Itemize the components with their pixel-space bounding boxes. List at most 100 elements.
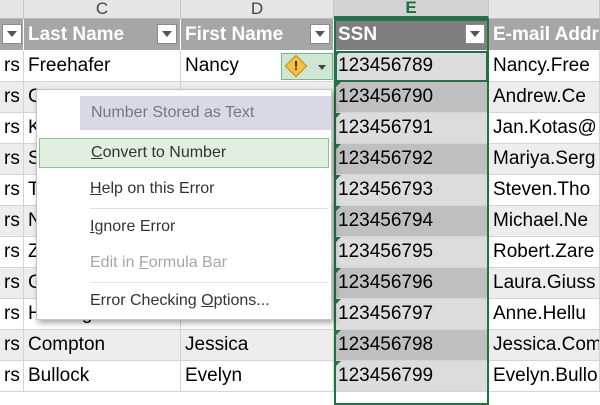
cell-value: rs xyxy=(4,117,20,138)
edit-in-formula-bar-menu-item: Edit in Formula Bar xyxy=(37,248,331,278)
cell-email[interactable]: Laura.Giuss xyxy=(489,268,600,298)
cell-email[interactable]: Jessica.Com xyxy=(489,330,600,360)
convert-to-number-menu-item[interactable]: Convert to Number xyxy=(39,138,329,168)
cell-first-name[interactable]: Evelyn xyxy=(181,361,334,391)
header-cell-first-name[interactable]: First Name xyxy=(181,19,334,50)
cell-value: rs xyxy=(4,210,20,231)
cell-email[interactable]: Anne.Hellu xyxy=(489,299,600,329)
cell-ssn[interactable]: 123456793 xyxy=(334,175,489,205)
error-indicator-icon xyxy=(334,299,341,306)
cell-partial[interactable]: rs xyxy=(0,299,24,329)
table-row: rs Compton Jessica 123456798 Jessica.Com xyxy=(0,330,600,361)
cell-ssn[interactable]: 123456796 xyxy=(334,268,489,298)
cell-ssn[interactable]: 123456795 xyxy=(334,237,489,267)
filter-dropdown-button[interactable] xyxy=(310,24,330,44)
error-indicator-icon xyxy=(334,51,341,58)
cell-value: Mariya.Serg xyxy=(493,148,596,169)
header-cell-ssn[interactable]: SSN xyxy=(334,19,489,50)
cell-ssn[interactable]: 123456792 xyxy=(334,144,489,174)
cell-value: 123456799 xyxy=(338,365,434,386)
cell-value: Jessica xyxy=(185,334,249,355)
cell-value: 123456794 xyxy=(338,210,434,231)
header-cell-email[interactable]: E-mail Addr xyxy=(489,19,600,50)
cell-email[interactable]: Robert.Zare xyxy=(489,237,600,267)
filter-dropdown-button[interactable] xyxy=(157,24,177,44)
cell-value: rs xyxy=(4,148,20,169)
cell-partial[interactable]: rs xyxy=(0,51,24,81)
cell-value: Evelyn.Bullo xyxy=(493,365,598,386)
cell-partial[interactable]: rs xyxy=(0,144,24,174)
cell-value: 123456792 xyxy=(338,148,434,169)
cell-email[interactable]: Nancy.Free xyxy=(489,51,600,81)
cell-value: Compton xyxy=(28,334,106,355)
cell-email[interactable]: Steven.Tho xyxy=(489,175,600,205)
cell-value: rs xyxy=(4,365,20,386)
cell-ssn[interactable]: 123456790 xyxy=(334,82,489,112)
cell-partial[interactable]: rs xyxy=(0,268,24,298)
header-label-last-name: Last Name xyxy=(28,23,125,45)
cell-last-name[interactable]: Compton xyxy=(24,330,181,360)
cell-value: 123456796 xyxy=(338,272,434,293)
error-checking-options-menu-item[interactable]: Error Checking Options... xyxy=(37,286,331,316)
column-header-d[interactable]: D xyxy=(181,0,334,19)
error-indicator-icon xyxy=(334,206,341,213)
cell-value: rs xyxy=(4,55,20,76)
menu-item-label: Help on this Error xyxy=(90,180,215,197)
menu-item-label: Ignore Error xyxy=(90,218,176,235)
header-cell-partial[interactable] xyxy=(0,19,24,50)
cell-partial[interactable]: rs xyxy=(0,175,24,205)
ignore-error-menu-item[interactable]: Ignore Error xyxy=(37,212,331,242)
cell-partial[interactable]: rs xyxy=(0,330,24,360)
column-header-c[interactable]: C xyxy=(24,0,181,19)
cell-value: 123456793 xyxy=(338,179,434,200)
cell-ssn[interactable]: 123456798 xyxy=(334,330,489,360)
cell-value: rs xyxy=(4,334,20,355)
error-indicator-icon xyxy=(334,113,341,120)
cell-email[interactable]: Mariya.Serg xyxy=(489,144,600,174)
error-indicator-icon xyxy=(334,82,341,89)
cell-value: Michael.Ne xyxy=(493,210,589,231)
column-header-f[interactable] xyxy=(489,0,600,19)
cell-ssn[interactable]: 123456794 xyxy=(334,206,489,236)
cell-email[interactable]: Jan.Kotas@ xyxy=(489,113,600,143)
cell-partial[interactable]: rs xyxy=(0,361,24,391)
cell-ssn[interactable]: 123456799 xyxy=(334,361,489,391)
cell-partial[interactable]: rs xyxy=(0,206,24,236)
cell-email[interactable]: Andrew.Ce xyxy=(489,82,600,112)
cell-value: 123456798 xyxy=(338,334,434,355)
header-label-email: E-mail Addr xyxy=(493,23,599,45)
cell-last-name[interactable]: Freehafer xyxy=(24,51,181,81)
cell-ssn[interactable]: 123456789 xyxy=(334,51,489,81)
error-smart-tag-button[interactable]: ! xyxy=(281,53,333,80)
cell-value: rs xyxy=(4,86,20,107)
spreadsheet-grid: C D E Last Name First Name SSN E-mail Ad… xyxy=(0,0,600,405)
cell-ssn[interactable]: 123456791 xyxy=(334,113,489,143)
cell-value: rs xyxy=(4,241,20,262)
cell-ssn[interactable]: 123456797 xyxy=(334,299,489,329)
cell-email[interactable]: Michael.Ne xyxy=(489,206,600,236)
cell-partial[interactable]: rs xyxy=(0,82,24,112)
error-indicator-icon xyxy=(334,175,341,182)
menu-separator xyxy=(90,208,328,209)
cell-value: Andrew.Ce xyxy=(493,86,586,107)
cell-partial[interactable]: rs xyxy=(0,237,24,267)
cell-first-name[interactable]: Jessica xyxy=(181,330,334,360)
cell-last-name[interactable]: Bullock xyxy=(24,361,181,391)
cell-value: Jessica.Com xyxy=(493,334,600,355)
cell-email[interactable]: Evelyn.Bullo xyxy=(489,361,600,391)
filter-dropdown-button[interactable] xyxy=(2,24,22,44)
cell-value: Steven.Tho xyxy=(493,179,591,200)
chevron-down-icon xyxy=(318,65,326,70)
cell-partial[interactable]: rs xyxy=(0,113,24,143)
menu-item-label: Error Checking Options... xyxy=(90,292,270,309)
cell-value: Nancy xyxy=(185,55,239,76)
error-indicator-icon xyxy=(334,361,341,368)
help-on-error-menu-item[interactable]: Help on this Error xyxy=(37,174,331,204)
cell-value: Laura.Giuss xyxy=(493,272,596,293)
column-header-b[interactable] xyxy=(0,0,24,19)
filter-dropdown-button[interactable] xyxy=(465,24,485,44)
column-header-e[interactable]: E xyxy=(334,0,489,19)
header-cell-last-name[interactable]: Last Name xyxy=(24,19,181,50)
cell-value: Freehafer xyxy=(28,55,111,76)
cell-value: 123456789 xyxy=(338,55,434,76)
